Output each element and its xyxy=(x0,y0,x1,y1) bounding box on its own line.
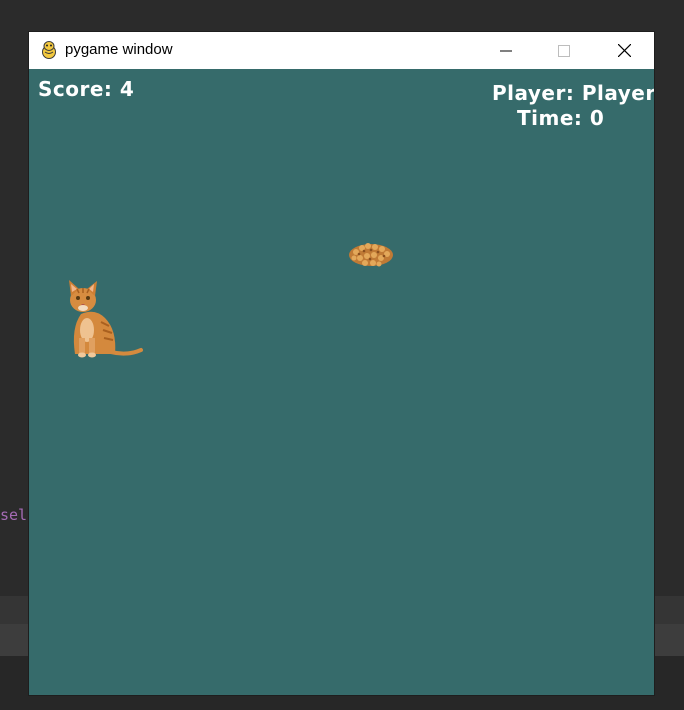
game-canvas[interactable]: Score: 4 Player: Player Time: 0 xyxy=(29,69,654,695)
score-label: Score: 4 xyxy=(38,77,135,101)
background-code-text: sel xyxy=(0,506,28,524)
pygame-snake-icon xyxy=(39,40,59,60)
cat-sprite xyxy=(69,280,143,358)
minimize-button[interactable] xyxy=(477,32,535,69)
close-button[interactable] xyxy=(595,32,653,69)
time-label: Time: 0 xyxy=(517,106,605,130)
cat-food-sprite xyxy=(349,243,393,267)
player-label: Player: Player xyxy=(492,81,654,105)
minimize-icon xyxy=(500,50,512,51)
pygame-window: pygame window Score: 4 Player: Player Ti… xyxy=(29,32,654,695)
window-title: pygame window xyxy=(65,41,173,58)
close-icon xyxy=(617,44,631,57)
maximize-button[interactable] xyxy=(535,32,593,69)
maximize-icon xyxy=(558,44,570,57)
title-bar[interactable]: pygame window xyxy=(29,32,654,69)
